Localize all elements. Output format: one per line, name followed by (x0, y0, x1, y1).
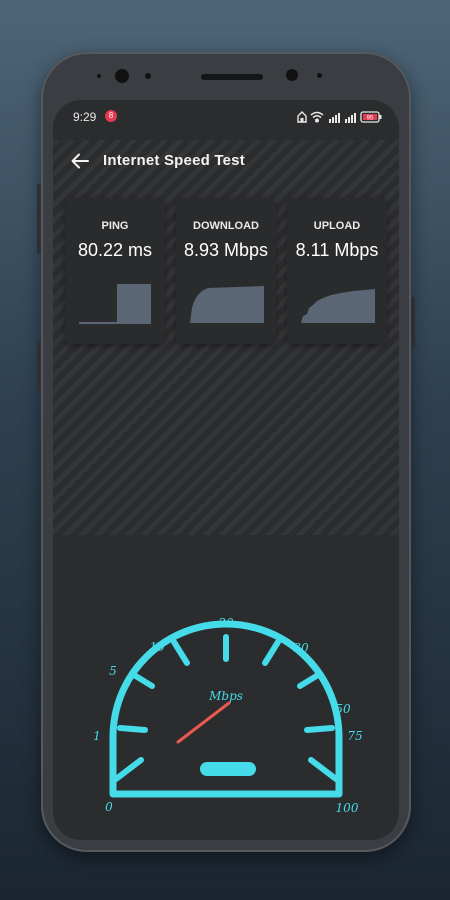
earpiece-speaker (201, 74, 263, 80)
gauge-unit: Mbps (208, 689, 243, 703)
gauge-label-1: 1 (93, 729, 101, 743)
battery-level: 95 (367, 116, 374, 122)
front-camera (115, 69, 129, 83)
gauge-label-30: 30 (293, 641, 309, 655)
gauge-label-0: 0 (105, 800, 113, 814)
ping-graph (79, 284, 151, 324)
proximity-sensor (286, 69, 298, 81)
status-time: 9:29 (73, 110, 97, 124)
app-screen: 9:29 8 95 Internet Speed Test PING 80.22… (53, 100, 399, 840)
ping-value: 80.22 ms (77, 240, 153, 260)
power-button (37, 184, 41, 254)
alarm-icon (297, 111, 307, 123)
side-button-right (411, 297, 415, 347)
sensor-dot (97, 74, 101, 78)
status-bar: 9:29 8 95 (53, 100, 399, 136)
download-value: 8.93 Mbps (183, 240, 269, 260)
speedometer: 0 1 5 10 20 30 50 75 100 Mbps (93, 616, 362, 815)
signal-icon (329, 113, 340, 123)
gauge-label-20: 20 (217, 616, 234, 630)
gauge-needle (176, 701, 231, 744)
gauge-label-5: 5 (109, 664, 117, 678)
battery-icon: 95 (360, 111, 382, 123)
arrow-left-icon[interactable] (67, 148, 93, 174)
gauge-label-100: 100 (336, 801, 359, 815)
upload-label: UPLOAD (313, 220, 361, 232)
download-graph (190, 286, 264, 323)
gauge-label-50: 50 (335, 702, 351, 716)
gauge-hub (200, 762, 256, 776)
status-icons: 95 (297, 111, 382, 123)
upload-value: 8.11 Mbps (295, 240, 379, 260)
volume-button (37, 342, 41, 392)
app-bar: Internet Speed Test (53, 140, 399, 184)
page-title: Internet Speed Test (103, 152, 245, 169)
top-bezel (41, 52, 411, 102)
upload-graph (301, 289, 375, 323)
notification-badge: 8 (105, 110, 117, 122)
download-label: DOWNLOAD (193, 220, 259, 232)
upload-card: UPLOAD 8.11 Mbps (287, 198, 387, 344)
ping-card: PING 80.22 ms (65, 198, 165, 344)
wifi-icon (310, 111, 324, 123)
gauge-label-10: 10 (149, 640, 165, 654)
phone-frame: 9:29 8 95 Internet Speed Test PING 80.22… (37, 52, 415, 852)
gauge-label-75: 75 (347, 729, 362, 743)
download-card: DOWNLOAD 8.93 Mbps (176, 198, 276, 344)
sensor-right (317, 73, 322, 78)
signal-icon-2 (345, 113, 356, 123)
ping-label: PING (101, 220, 129, 232)
sensor (145, 73, 151, 79)
